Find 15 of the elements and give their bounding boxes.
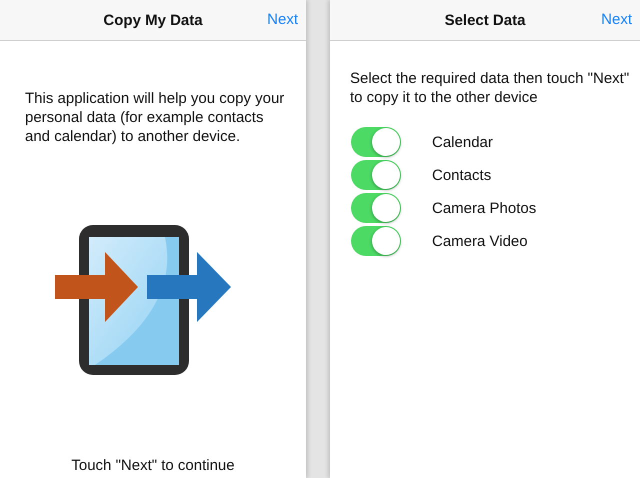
next-link[interactable]: Next <box>601 11 632 28</box>
option-label: Camera Video <box>432 232 528 250</box>
screen-title: Copy My Data <box>103 12 203 28</box>
intro-text: Select the required data then touch "Next" to copy it to the other device <box>350 69 630 107</box>
option-label: Calendar <box>432 134 493 150</box>
toggle-switch[interactable] <box>351 127 401 157</box>
toggle-switch[interactable] <box>351 160 401 190</box>
option-label: Camera Photos <box>432 200 536 216</box>
intro-text: This application will help you copy your personal data (for example contacts and calendar) to another device. <box>25 89 286 146</box>
next-link[interactable]: Next <box>267 11 298 28</box>
toggle-switch[interactable] <box>351 193 401 223</box>
instruction-text: Touch "Next" to continue <box>70 457 236 474</box>
option-label: Contacts <box>432 166 492 184</box>
screen-title: Select Data <box>444 12 526 28</box>
toggle-switch[interactable] <box>351 226 401 256</box>
